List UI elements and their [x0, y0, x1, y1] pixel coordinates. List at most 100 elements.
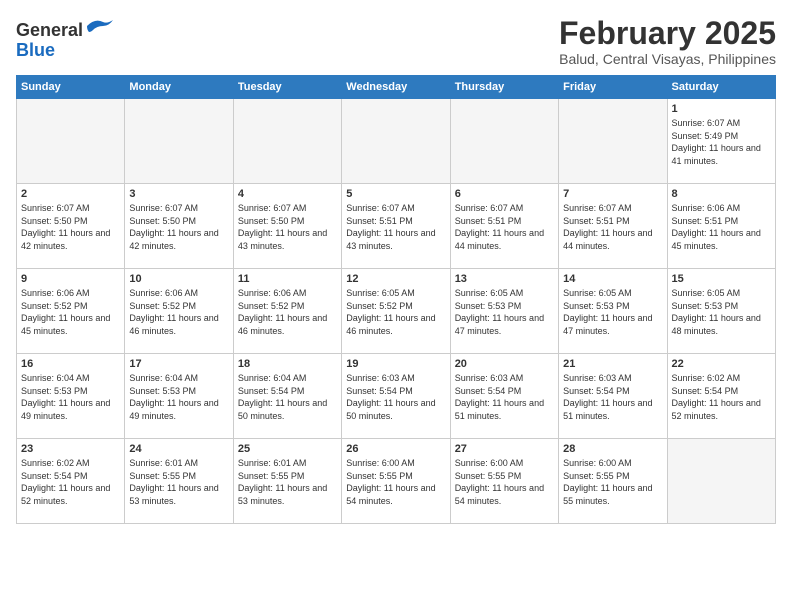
day-number: 4	[238, 188, 337, 200]
day-number: 21	[563, 358, 662, 370]
weekday-header-thursday: Thursday	[450, 76, 558, 99]
day-info: Sunrise: 6:07 AMSunset: 5:51 PMDaylight:…	[346, 202, 445, 252]
week-row-2: 2 Sunrise: 6:07 AMSunset: 5:50 PMDaylight…	[17, 184, 776, 269]
day-number: 28	[563, 443, 662, 455]
day-info: Sunrise: 6:03 AMSunset: 5:54 PMDaylight:…	[346, 372, 445, 422]
calendar-cell	[233, 99, 341, 184]
day-info: Sunrise: 6:04 AMSunset: 5:53 PMDaylight:…	[21, 372, 120, 422]
calendar-cell: 27Sunrise: 6:00 AMSunset: 5:55 PMDayligh…	[450, 439, 558, 524]
day-number: 2	[21, 188, 120, 200]
day-info: Sunrise: 6:01 AMSunset: 5:55 PMDaylight:…	[238, 457, 337, 507]
calendar-cell: 4 Sunrise: 6:07 AMSunset: 5:50 PMDaylight…	[233, 184, 341, 269]
day-number: 16	[21, 358, 120, 370]
calendar-cell: 5 Sunrise: 6:07 AMSunset: 5:51 PMDaylight…	[342, 184, 450, 269]
weekday-header-saturday: Saturday	[667, 76, 775, 99]
day-info: Sunrise: 6:03 AMSunset: 5:54 PMDaylight:…	[563, 372, 662, 422]
calendar-table: SundayMondayTuesdayWednesdayThursdayFrid…	[16, 75, 776, 524]
calendar-cell	[17, 99, 125, 184]
calendar-cell	[342, 99, 450, 184]
day-info: Sunrise: 6:07 AMSunset: 5:49 PMDaylight:…	[672, 117, 771, 167]
day-number: 14	[563, 273, 662, 285]
day-info: Sunrise: 6:04 AMSunset: 5:54 PMDaylight:…	[238, 372, 337, 422]
day-number: 11	[238, 273, 337, 285]
day-info: Sunrise: 6:00 AMSunset: 5:55 PMDaylight:…	[563, 457, 662, 507]
week-row-3: 9Sunrise: 6:06 AMSunset: 5:52 PMDaylight…	[17, 269, 776, 354]
calendar-cell: 10 Sunrise: 6:06 AMSunset: 5:52 PMDayligh…	[125, 269, 233, 354]
day-info: Sunrise: 6:02 AMSunset: 5:54 PMDaylight:…	[21, 457, 120, 507]
calendar-cell: 17 Sunrise: 6:04 AMSunset: 5:53 PMDayligh…	[125, 354, 233, 439]
calendar-cell: 24 Sunrise: 6:01 AMSunset: 5:55 PMDayligh…	[125, 439, 233, 524]
calendar-cell: 23Sunrise: 6:02 AMSunset: 5:54 PMDayligh…	[17, 439, 125, 524]
title-area: February 2025 Balud, Central Visayas, Ph…	[559, 16, 776, 67]
day-number: 3	[129, 188, 228, 200]
day-info: Sunrise: 6:04 AMSunset: 5:53 PMDaylight:…	[129, 372, 228, 422]
calendar-cell: 22 Sunrise: 6:02 AMSunset: 5:54 PMDayligh…	[667, 354, 775, 439]
calendar-cell: 12 Sunrise: 6:05 AMSunset: 5:52 PMDayligh…	[342, 269, 450, 354]
calendar-cell	[667, 439, 775, 524]
weekday-header-wednesday: Wednesday	[342, 76, 450, 99]
day-number: 26	[346, 443, 445, 455]
day-number: 27	[455, 443, 554, 455]
week-row-1: 1 Sunrise: 6:07 AMSunset: 5:49 PMDaylight…	[17, 99, 776, 184]
day-number: 15	[672, 273, 771, 285]
day-info: Sunrise: 6:05 AMSunset: 5:53 PMDaylight:…	[563, 287, 662, 337]
day-number: 1	[672, 103, 771, 115]
day-number: 6	[455, 188, 554, 200]
page-header: General Blue February 2025 Balud, Centra…	[16, 16, 776, 67]
day-info: Sunrise: 6:05 AMSunset: 5:53 PMDaylight:…	[672, 287, 771, 337]
calendar-cell: 18 Sunrise: 6:04 AMSunset: 5:54 PMDayligh…	[233, 354, 341, 439]
day-number: 24	[129, 443, 228, 455]
day-number: 22	[672, 358, 771, 370]
day-info: Sunrise: 6:06 AMSunset: 5:52 PMDaylight:…	[21, 287, 120, 337]
day-number: 7	[563, 188, 662, 200]
weekday-header-tuesday: Tuesday	[233, 76, 341, 99]
day-info: Sunrise: 6:00 AMSunset: 5:55 PMDaylight:…	[346, 457, 445, 507]
calendar-title: February 2025	[559, 16, 776, 51]
calendar-cell: 1 Sunrise: 6:07 AMSunset: 5:49 PMDaylight…	[667, 99, 775, 184]
day-info: Sunrise: 6:05 AMSunset: 5:52 PMDaylight:…	[346, 287, 445, 337]
weekday-header-sunday: Sunday	[17, 76, 125, 99]
week-row-5: 23Sunrise: 6:02 AMSunset: 5:54 PMDayligh…	[17, 439, 776, 524]
day-info: Sunrise: 6:07 AMSunset: 5:51 PMDaylight:…	[563, 202, 662, 252]
day-number: 10	[129, 273, 228, 285]
calendar-cell: 9Sunrise: 6:06 AMSunset: 5:52 PMDaylight…	[17, 269, 125, 354]
calendar-cell: 8 Sunrise: 6:06 AMSunset: 5:51 PMDaylight…	[667, 184, 775, 269]
day-number: 19	[346, 358, 445, 370]
day-info: Sunrise: 6:07 AMSunset: 5:50 PMDaylight:…	[129, 202, 228, 252]
logo-text: General	[16, 16, 115, 41]
day-info: Sunrise: 6:06 AMSunset: 5:52 PMDaylight:…	[129, 287, 228, 337]
calendar-cell	[559, 99, 667, 184]
week-row-4: 16 Sunrise: 6:04 AMSunset: 5:53 PMDayligh…	[17, 354, 776, 439]
logo: General Blue	[16, 16, 115, 61]
calendar-cell: 19 Sunrise: 6:03 AMSunset: 5:54 PMDayligh…	[342, 354, 450, 439]
day-info: Sunrise: 6:06 AMSunset: 5:52 PMDaylight:…	[238, 287, 337, 337]
calendar-cell: 20 Sunrise: 6:03 AMSunset: 5:54 PMDayligh…	[450, 354, 558, 439]
day-number: 12	[346, 273, 445, 285]
day-number: 13	[455, 273, 554, 285]
logo-bird-icon	[85, 16, 115, 36]
calendar-cell	[450, 99, 558, 184]
logo-general: General	[16, 20, 83, 40]
calendar-cell: 2Sunrise: 6:07 AMSunset: 5:50 PMDaylight…	[17, 184, 125, 269]
calendar-cell: 14 Sunrise: 6:05 AMSunset: 5:53 PMDayligh…	[559, 269, 667, 354]
day-number: 5	[346, 188, 445, 200]
day-info: Sunrise: 6:01 AMSunset: 5:55 PMDaylight:…	[129, 457, 228, 507]
calendar-cell: 15 Sunrise: 6:05 AMSunset: 5:53 PMDayligh…	[667, 269, 775, 354]
day-number: 8	[672, 188, 771, 200]
weekday-header-monday: Monday	[125, 76, 233, 99]
weekday-header-row: SundayMondayTuesdayWednesdayThursdayFrid…	[17, 76, 776, 99]
day-info: Sunrise: 6:07 AMSunset: 5:51 PMDaylight:…	[455, 202, 554, 252]
calendar-cell: 25 Sunrise: 6:01 AMSunset: 5:55 PMDayligh…	[233, 439, 341, 524]
day-number: 18	[238, 358, 337, 370]
day-number: 25	[238, 443, 337, 455]
day-info: Sunrise: 6:03 AMSunset: 5:54 PMDaylight:…	[455, 372, 554, 422]
day-info: Sunrise: 6:02 AMSunset: 5:54 PMDaylight:…	[672, 372, 771, 422]
calendar-location: Balud, Central Visayas, Philippines	[559, 51, 776, 67]
calendar-cell: 13Sunrise: 6:05 AMSunset: 5:53 PMDayligh…	[450, 269, 558, 354]
day-info: Sunrise: 6:06 AMSunset: 5:51 PMDaylight:…	[672, 202, 771, 252]
day-info: Sunrise: 6:07 AMSunset: 5:50 PMDaylight:…	[238, 202, 337, 252]
day-number: 20	[455, 358, 554, 370]
day-number: 17	[129, 358, 228, 370]
calendar-cell: 11 Sunrise: 6:06 AMSunset: 5:52 PMDayligh…	[233, 269, 341, 354]
calendar-cell	[125, 99, 233, 184]
